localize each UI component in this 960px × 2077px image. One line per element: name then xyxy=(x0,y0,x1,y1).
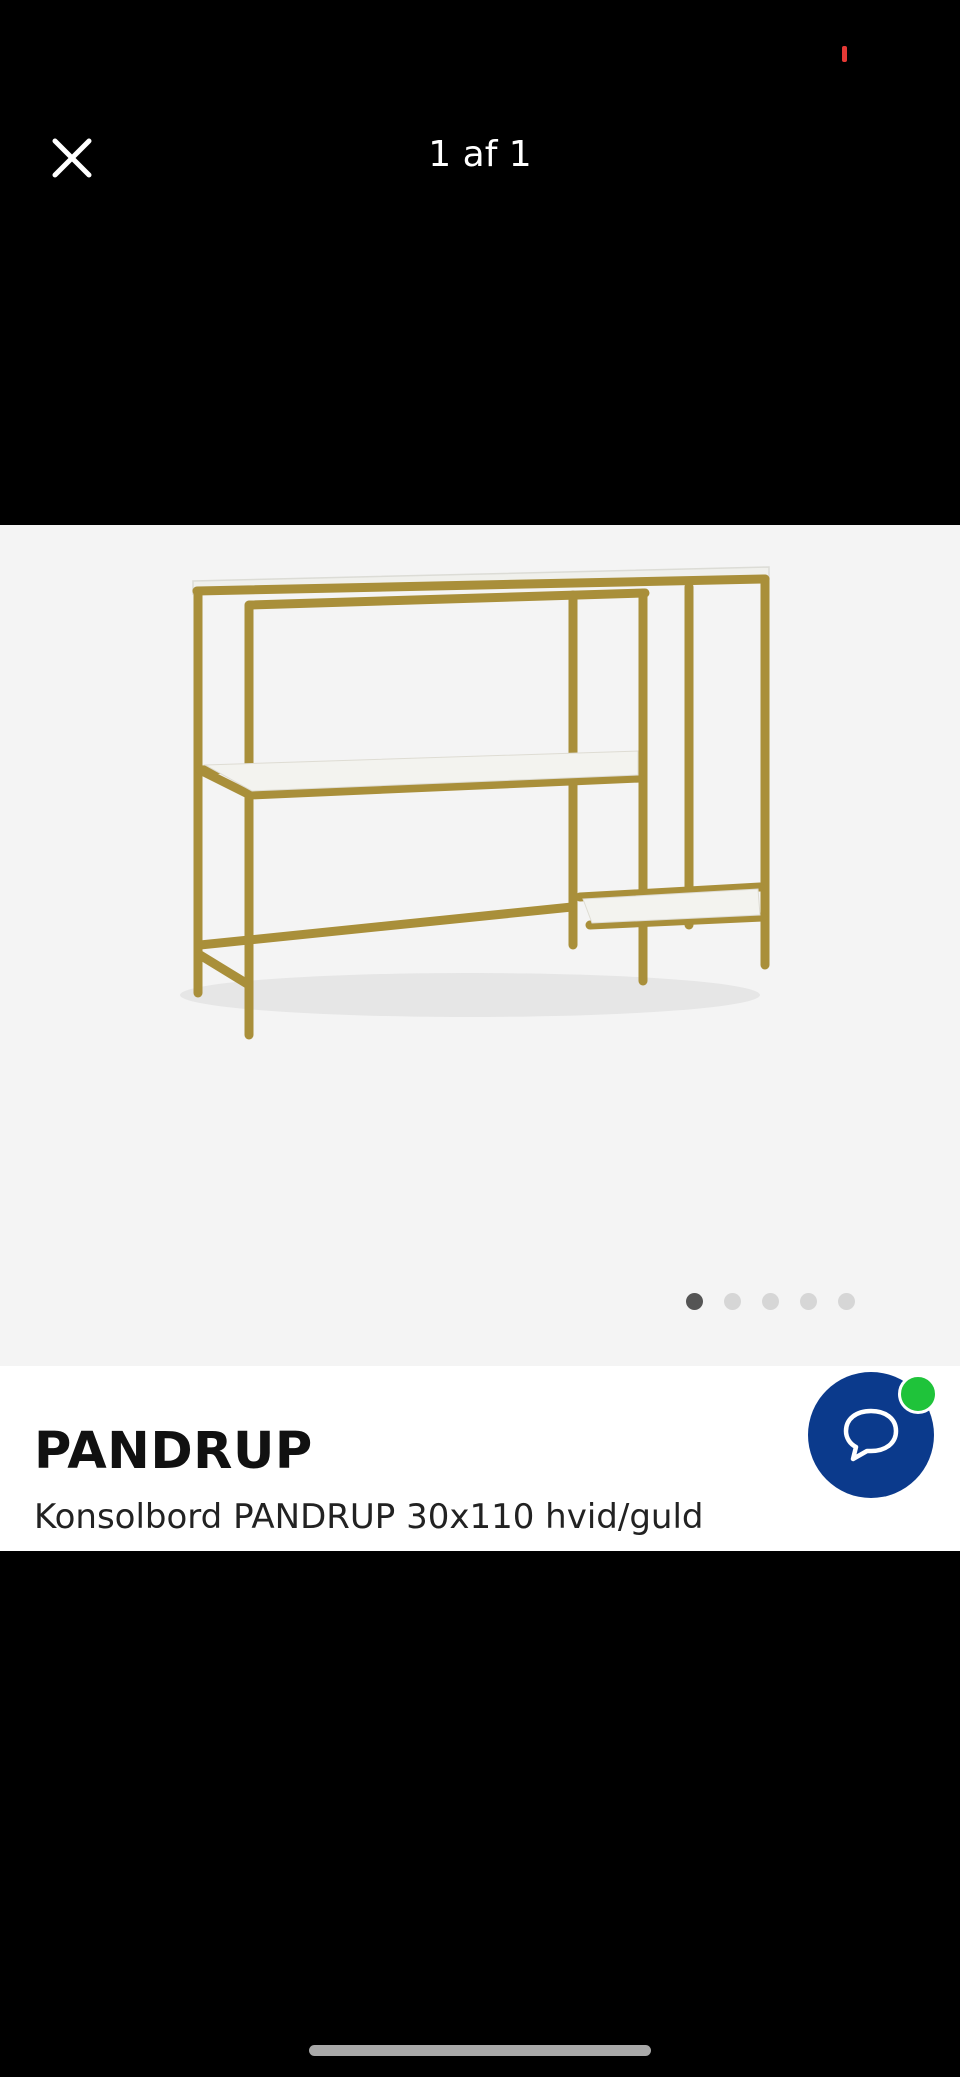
carousel-dot[interactable] xyxy=(800,1293,817,1310)
product-image xyxy=(180,566,770,1040)
carousel-dot[interactable] xyxy=(838,1293,855,1310)
frame xyxy=(192,574,770,1040)
carousel-dots xyxy=(686,1293,855,1310)
floor-shadow xyxy=(180,973,760,1017)
product-card[interactable]: PANDRUP Konsolbord PANDRUP 30x110 hvid/g… xyxy=(0,525,960,1551)
image-viewer-screen: 1 af 1 PANDRUP Konsolbord PANDRUP 30x110… xyxy=(0,0,960,2077)
product-brand: PANDRUP xyxy=(34,1422,313,1481)
chat-bubble-icon xyxy=(843,1408,899,1462)
carousel-dot[interactable] xyxy=(762,1293,779,1310)
carousel-dot[interactable] xyxy=(724,1293,741,1310)
product-title: Konsolbord PANDRUP 30x110 hvid/guld xyxy=(34,1497,704,1537)
carousel-dot[interactable] xyxy=(686,1293,703,1310)
image-counter: 1 af 1 xyxy=(428,134,532,175)
status-indicator xyxy=(842,46,847,62)
online-status-dot xyxy=(898,1374,938,1414)
home-indicator[interactable] xyxy=(309,2045,651,2056)
image-carousel[interactable] xyxy=(0,525,960,1366)
